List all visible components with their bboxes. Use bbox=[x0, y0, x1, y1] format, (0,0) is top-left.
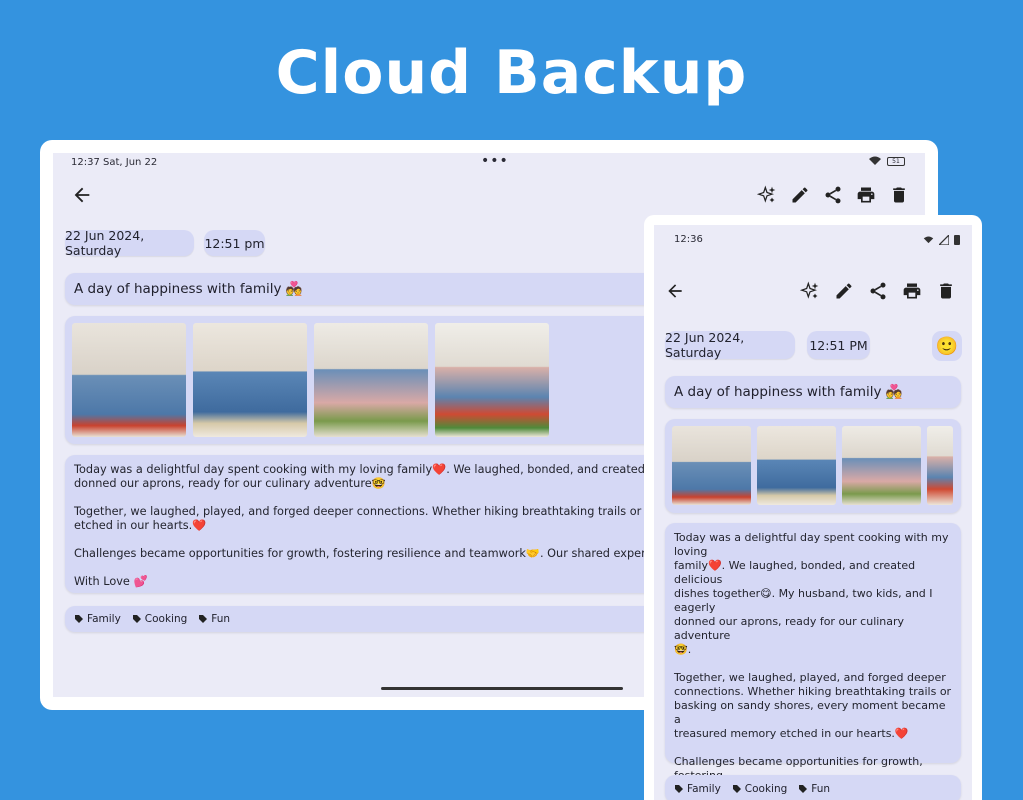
mood-button[interactable]: 🙂 bbox=[932, 331, 962, 361]
back-arrow-icon[interactable] bbox=[665, 281, 685, 301]
tag-label: Cooking bbox=[744, 783, 788, 795]
tag-chip[interactable]: Family bbox=[75, 613, 121, 625]
share-icon[interactable] bbox=[823, 185, 843, 205]
trash-icon[interactable] bbox=[889, 185, 909, 205]
date-chip[interactable]: 22 Jun 2024, Saturday bbox=[665, 330, 795, 360]
tag-icon bbox=[75, 615, 83, 623]
tag-icon bbox=[732, 785, 741, 793]
status-dots: ••• bbox=[481, 153, 509, 169]
share-icon[interactable] bbox=[868, 281, 888, 301]
pencil-icon[interactable] bbox=[834, 281, 854, 301]
photo-thumbnail[interactable] bbox=[435, 323, 549, 437]
tag-icon bbox=[199, 615, 208, 623]
tag-icon bbox=[799, 785, 808, 793]
tag-label: Family bbox=[687, 783, 721, 795]
status-bar: 12:36 bbox=[654, 225, 972, 247]
tag-chip[interactable]: Fun bbox=[799, 783, 830, 795]
battery-icon: 51 bbox=[887, 156, 905, 166]
print-icon[interactable] bbox=[856, 185, 876, 205]
photo-thumbnail[interactable] bbox=[842, 426, 921, 505]
signal-icon bbox=[939, 235, 949, 245]
phone-frame: 12:36 22 Jun 2024, Saturday 12:51 PM 🙂 A… bbox=[644, 215, 982, 800]
tag-icon bbox=[132, 615, 141, 623]
status-time: 12:36 bbox=[674, 234, 703, 245]
pencil-icon[interactable] bbox=[790, 185, 810, 205]
photo-strip bbox=[665, 419, 961, 513]
photo-thumbnail[interactable] bbox=[72, 323, 186, 437]
tag-label: Cooking bbox=[144, 613, 188, 625]
battery-icon bbox=[954, 235, 960, 245]
tag-label: Fun bbox=[211, 613, 231, 625]
photo-thumbnail[interactable] bbox=[757, 426, 836, 505]
headline: Cloud Backup bbox=[275, 38, 748, 108]
photo-thumbnail[interactable] bbox=[672, 426, 751, 505]
print-icon[interactable] bbox=[902, 281, 922, 301]
tag-chip[interactable]: Family bbox=[675, 783, 721, 795]
photo-thumbnail[interactable] bbox=[193, 323, 307, 437]
photo-thumbnail[interactable] bbox=[927, 426, 953, 505]
tag-chip[interactable]: Fun bbox=[199, 613, 230, 625]
back-arrow-icon[interactable] bbox=[71, 184, 93, 206]
date-chip[interactable]: 22 Jun 2024, Saturday bbox=[65, 228, 194, 258]
tag-chip[interactable]: Cooking bbox=[132, 613, 188, 625]
sparkle-icon[interactable] bbox=[800, 281, 820, 301]
phone-screen: 12:36 22 Jun 2024, Saturday 12:51 PM 🙂 A… bbox=[654, 225, 972, 800]
time-chip[interactable]: 12:51 PM bbox=[807, 331, 870, 359]
tag-list: Family Cooking Fun bbox=[665, 775, 961, 800]
status-time: 12:37 Sat, Jun 22 bbox=[71, 157, 158, 168]
tag-label: Fun bbox=[811, 783, 831, 795]
home-indicator[interactable] bbox=[381, 687, 623, 690]
sparkle-icon[interactable] bbox=[757, 185, 777, 205]
wifi-icon bbox=[869, 156, 881, 165]
tag-icon bbox=[675, 785, 683, 793]
tag-label: Family bbox=[87, 613, 121, 625]
entry-body[interactable]: Today was a delightful day spent cooking… bbox=[665, 523, 961, 800]
trash-icon[interactable] bbox=[936, 281, 956, 301]
status-bar: 12:37 Sat, Jun 22 ••• 51 bbox=[53, 153, 925, 175]
wifi-icon bbox=[923, 236, 934, 244]
entry-title[interactable]: A day of happiness with family 💑 bbox=[665, 376, 961, 408]
time-chip[interactable]: 12:51 pm bbox=[204, 230, 265, 256]
photo-thumbnail[interactable] bbox=[314, 323, 428, 437]
tag-chip[interactable]: Cooking bbox=[732, 783, 788, 795]
